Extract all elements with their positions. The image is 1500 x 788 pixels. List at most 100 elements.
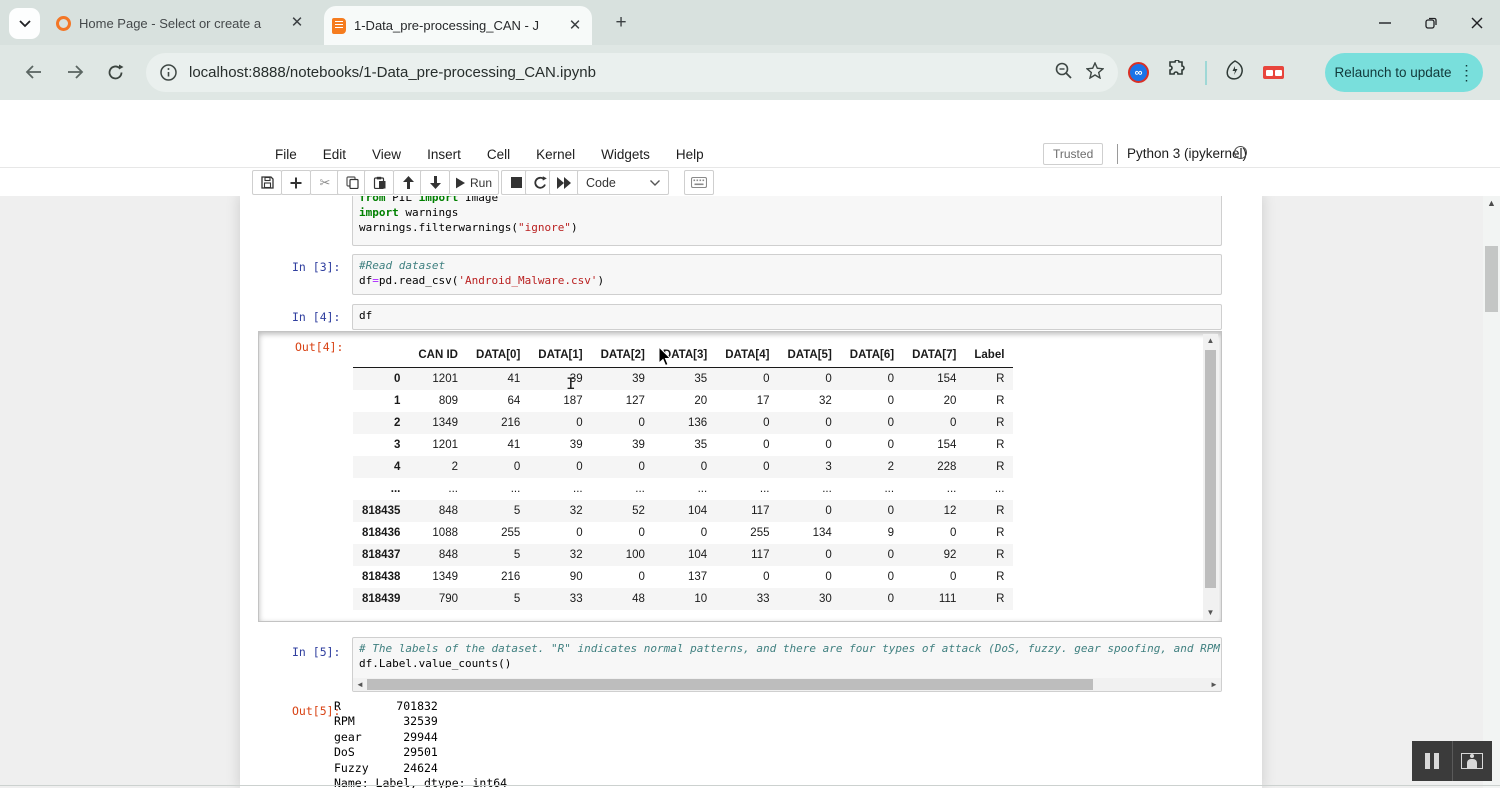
- zoom-icon[interactable]: [1055, 62, 1072, 84]
- table-cell: 41: [507, 372, 521, 385]
- code-line: # The labels of the dataset. "R" indicat…: [359, 642, 1222, 655]
- save-button[interactable]: [252, 170, 282, 195]
- cell-horizontal-scrollbar[interactable]: ◄ ►: [353, 678, 1221, 691]
- command-palette-button[interactable]: [684, 170, 714, 195]
- browser-menu-icon[interactable]: ⋮ ⋮: [1460, 63, 1474, 82]
- row-index: 1: [393, 394, 401, 407]
- column-header: DATA[0]: [467, 345, 530, 368]
- scrollbar-thumb[interactable]: [367, 679, 1093, 690]
- close-tab-icon[interactable]: ✕: [288, 14, 306, 32]
- table-cell: ...: [635, 482, 645, 495]
- new-tab-button[interactable]: +: [608, 10, 634, 36]
- table-cell: 2: [451, 460, 458, 473]
- move-cell-down-button[interactable]: [420, 170, 450, 195]
- table-cell: 0: [638, 416, 645, 429]
- url-text[interactable]: localhost:8888/notebooks/1-Data_pre-proc…: [189, 64, 1041, 81]
- column-header: DATA[4]: [716, 345, 779, 368]
- text-cursor-icon: I: [566, 374, 576, 393]
- fast-forward-icon: [557, 176, 571, 189]
- table-cell: 0: [513, 460, 521, 473]
- close-icon: [1471, 17, 1483, 28]
- menu-cell[interactable]: Cell: [474, 147, 523, 162]
- menu-kernel[interactable]: Kernel: [523, 147, 588, 162]
- row-index: 818436: [362, 526, 401, 539]
- vpn-extension-icon[interactable]: ∞: [1128, 62, 1149, 83]
- code-cell-input[interactable]: df: [352, 304, 1222, 330]
- forward-button[interactable]: [60, 57, 90, 87]
- copy-cell-button[interactable]: [337, 170, 367, 195]
- scroll-up-icon[interactable]: ▲: [1483, 198, 1500, 208]
- table-cell: 92: [943, 548, 957, 561]
- pause-recording-button[interactable]: [1412, 741, 1452, 781]
- screen: Home Page - Select or create a ✕ 1-Data_…: [0, 0, 1500, 788]
- output-vertical-scrollbar[interactable]: ▲ ▼: [1203, 334, 1218, 620]
- menu-help[interactable]: Help: [663, 147, 717, 162]
- page-scrollbar[interactable]: ▲: [1483, 196, 1500, 788]
- code-editor[interactable]: df: [359, 308, 1215, 323]
- close-window-button[interactable]: [1454, 0, 1500, 45]
- minimize-button[interactable]: [1362, 0, 1408, 45]
- performance-leaf-icon[interactable]: [1225, 60, 1245, 85]
- table-cell: 216: [501, 416, 521, 429]
- code-cell-input[interactable]: # The labels of the dataset. "R" indicat…: [352, 637, 1222, 692]
- table-cell: 5: [513, 548, 521, 561]
- notebook-container: from PIL import Image import warnings warn…: [240, 196, 1262, 788]
- row-index: 818437: [362, 548, 401, 561]
- menu-view[interactable]: View: [359, 147, 414, 162]
- code-editor[interactable]: # The labels of the dataset. "R" indicat…: [359, 641, 1222, 671]
- relaunch-update-button[interactable]: Relaunch to update ⋮ ⋮: [1325, 53, 1483, 92]
- move-cell-up-button[interactable]: [393, 170, 423, 195]
- scrollbar-thumb[interactable]: [1485, 246, 1498, 312]
- scroll-left-icon[interactable]: ◄: [353, 678, 367, 691]
- reload-button[interactable]: [100, 57, 130, 87]
- code-editor[interactable]: from PIL import Image import warnings warn…: [359, 196, 1215, 236]
- ok-extension-icon[interactable]: [1263, 66, 1284, 79]
- run-label: Run: [469, 175, 492, 190]
- table-row: 4 2 0 0 0 0 0 3 2 228 R: [353, 455, 1014, 478]
- site-info-icon[interactable]: [160, 64, 177, 81]
- bookmark-star-icon[interactable]: [1085, 60, 1105, 84]
- menu-widgets[interactable]: Widgets: [588, 147, 663, 162]
- tab-home-page[interactable]: Home Page - Select or create a ✕: [50, 8, 312, 38]
- divider: [1117, 144, 1118, 164]
- code-cell-input[interactable]: #Read dataset df=pd.read_csv('Android_Mal…: [352, 254, 1222, 295]
- table-cell: 39: [569, 372, 583, 385]
- cut-cell-button[interactable]: ✂: [310, 170, 340, 195]
- cell-type-select[interactable]: Code: [577, 170, 669, 195]
- tab-search-button[interactable]: [9, 8, 40, 39]
- add-cell-button[interactable]: [281, 170, 311, 195]
- tab-notebook[interactable]: 1-Data_pre-processing_CAN - J ✕: [324, 6, 592, 45]
- extensions-puzzle-icon[interactable]: [1167, 59, 1187, 85]
- table-cell: 0: [576, 526, 583, 539]
- row-index: 3: [393, 438, 401, 451]
- url-bar[interactable]: localhost:8888/notebooks/1-Data_pre-proc…: [146, 53, 1118, 92]
- run-cell-button[interactable]: Run: [449, 170, 499, 195]
- table-cell: 0: [949, 416, 957, 429]
- code-cell-input[interactable]: from PIL import Image import warnings warn…: [352, 196, 1222, 246]
- scroll-up-icon[interactable]: ▲: [1203, 334, 1218, 348]
- table-cell: 0: [887, 592, 895, 605]
- scroll-down-icon[interactable]: ▼: [1203, 606, 1218, 620]
- scrollbar-thumb[interactable]: [1205, 350, 1216, 588]
- menu-file[interactable]: File: [262, 147, 310, 162]
- table-cell: 39: [569, 438, 583, 451]
- table-cell: 0: [887, 416, 895, 429]
- close-tab-icon[interactable]: ✕: [566, 17, 584, 35]
- maximize-button[interactable]: [1408, 0, 1454, 45]
- menu-edit[interactable]: Edit: [310, 147, 359, 162]
- table-cell: 0: [887, 548, 895, 561]
- scroll-right-icon[interactable]: ►: [1207, 678, 1221, 691]
- trusted-badge[interactable]: Trusted: [1043, 143, 1104, 165]
- table-cell: ...: [822, 482, 832, 495]
- menu-insert[interactable]: Insert: [414, 147, 474, 162]
- webcam-toggle-button[interactable]: [1453, 741, 1493, 781]
- restart-run-all-button[interactable]: [549, 170, 579, 195]
- back-button[interactable]: [18, 57, 48, 87]
- table-cell: 32: [569, 504, 583, 517]
- table-cell: 134: [812, 526, 832, 539]
- kernel-name: Python 3 (ipykernel): [1127, 146, 1248, 161]
- paste-cell-button[interactable]: [364, 170, 394, 195]
- code-editor[interactable]: #Read dataset df=pd.read_csv('Android_Mal…: [359, 258, 1215, 288]
- output-scroll-area[interactable]: Out[4]: CAN ID DATA[0] DATA[1] DATA[2] DATA[…: [258, 331, 1222, 622]
- table-cell: 90: [569, 570, 583, 583]
